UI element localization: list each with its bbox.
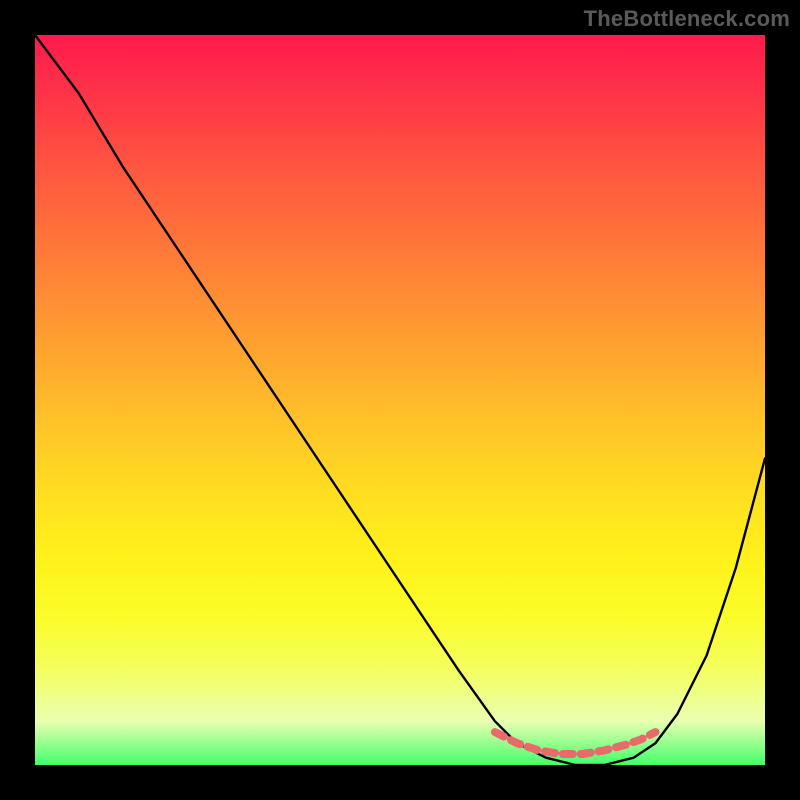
plot-area: [35, 35, 765, 765]
watermark-text: TheBottleneck.com: [584, 6, 790, 32]
bottleneck-curve: [35, 35, 765, 765]
chart-frame: TheBottleneck.com: [0, 0, 800, 800]
optimal-red-band: [495, 732, 656, 754]
curve-layer: [35, 35, 765, 765]
